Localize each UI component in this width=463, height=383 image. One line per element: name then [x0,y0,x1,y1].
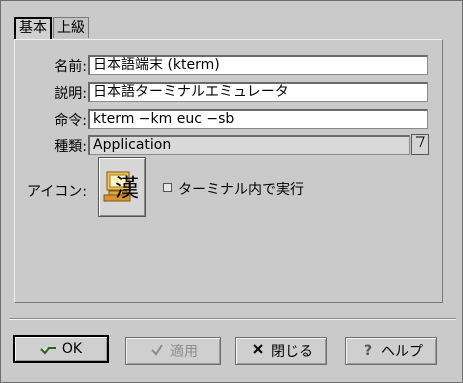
apply-button-label: 適用 [170,344,198,360]
type-label: 種類: [54,139,87,155]
ok-button-label: OK [61,341,83,357]
close-button-label: 閉じる [271,344,313,360]
close-x-icon [249,343,267,359]
type-row: 種類: [15,134,87,156]
run-in-terminal-label: ターミナル内で実行 [178,182,304,198]
close-button[interactable]: 閉じる [235,337,327,365]
properties-dialog: 基本 上級 名前: 日本語端末 (kterm) 説明: 日本語ターミナルエミュレ… [0,0,463,383]
tab-basic[interactable]: 基本 [14,17,52,39]
basic-panel: 名前: 日本語端末 (kterm) 説明: 日本語ターミナルエミュレータ 命令:… [14,39,443,303]
tab-bar: 基本 上級 [14,17,90,39]
apply-button[interactable]: 適用 [125,337,221,365]
comment-label: 説明: [54,86,87,102]
command-label: 命令: [54,113,87,129]
icon-label: アイコン: [26,184,87,200]
apply-check-icon [148,343,166,359]
name-field[interactable]: 日本語端末 (kterm) [88,55,428,75]
help-button[interactable]: ? ヘルプ [345,337,437,365]
run-in-terminal-checkbox[interactable] [163,183,172,192]
icon-row: アイコン: [15,179,87,201]
command-row: 命令: [15,108,87,130]
comment-row: 説明: [15,81,87,103]
icon-picker-button[interactable]: 漢 [98,157,146,217]
type-select[interactable]: Application [88,135,410,155]
help-question-icon: ? [363,343,373,359]
ok-button[interactable]: OK [13,335,109,363]
name-label: 名前: [54,59,87,75]
dropdown-arrow-icon[interactable] [411,134,429,155]
kterm-icon: 漢 [103,171,139,202]
button-separator [9,318,456,320]
command-field[interactable]: kterm −km euc −sb [88,109,428,129]
comment-field[interactable]: 日本語ターミナルエミュレータ [88,82,428,102]
icon-kanji-glyph: 漢 [115,174,139,202]
name-row: 名前: [15,54,87,76]
tab-advanced[interactable]: 上級 [53,17,89,38]
ok-check-icon [40,341,58,357]
help-button-label: ヘルプ [381,344,423,360]
